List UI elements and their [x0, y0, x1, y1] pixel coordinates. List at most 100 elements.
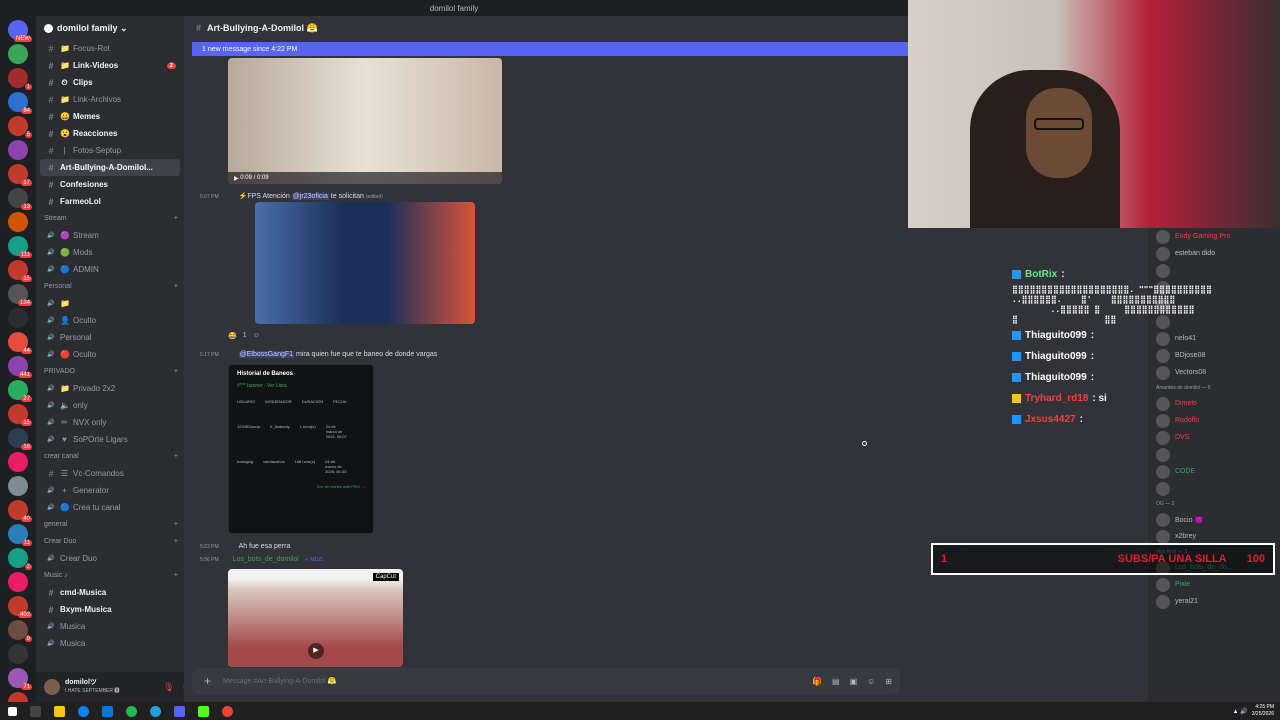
server-icon[interactable] [8, 644, 28, 664]
server-icon[interactable]: 44 [8, 332, 32, 354]
network-icon[interactable]: ▲ 🔊 [1233, 708, 1248, 715]
channel-item[interactable]: 🔊 🟢 Mods [36, 244, 184, 261]
channel-item[interactable]: 🔊 🟣 Stream [36, 227, 184, 244]
channel-item[interactable]: 🔊 ♥ SoPOrte Ligars [36, 431, 184, 448]
channel-item[interactable]: 🔊 ✏ NVX only [36, 414, 184, 431]
server-icon[interactable]: 11 [8, 524, 32, 546]
avatar[interactable] [44, 679, 60, 695]
spotify-icon[interactable] [126, 705, 137, 717]
server-icon[interactable]: 9 [8, 620, 32, 642]
image-attachment[interactable] [255, 202, 475, 324]
member-item[interactable]: Pixie [1148, 576, 1280, 593]
server-icon[interactable] [8, 476, 28, 496]
server-icon[interactable] [8, 452, 28, 472]
plus-icon[interactable]: + [174, 453, 178, 460]
channel-item[interactable]: 🔊 🔵 Crea tu canal [36, 499, 184, 516]
channel-category[interactable]: Music ♪ + [36, 567, 184, 584]
gif-icon[interactable]: ▤ [832, 677, 840, 686]
server-icon[interactable]: 15 [8, 260, 32, 282]
reaction[interactable]: 😂 1 ☺ [228, 332, 260, 340]
channel-item[interactable]: 🔊 + Generator [36, 482, 184, 499]
chrome-icon[interactable] [222, 705, 233, 717]
server-icon[interactable]: 40 [8, 500, 32, 522]
channel-item[interactable]: # ☰ Vc-Comandos [36, 465, 184, 482]
channel-item[interactable]: # 📁 Link-Archivos [36, 91, 184, 108]
member-item[interactable] [1148, 446, 1280, 463]
channel-item[interactable]: # 📁 Focus-Rot [36, 40, 184, 57]
avatar[interactable] [1156, 447, 1170, 462]
video-controls[interactable]: ▶ 0:09 / 0:09 [228, 172, 502, 184]
server-icon[interactable]: 1 [8, 692, 28, 702]
server-icon[interactable]: 5 [8, 116, 32, 138]
server-icon[interactable] [8, 212, 28, 232]
server-icon[interactable]: 15 [8, 404, 32, 426]
channel-category[interactable]: Personal + [36, 278, 184, 295]
channel-item[interactable]: # 📁 Link-Videos 2 [36, 57, 184, 74]
avatar[interactable] [1156, 430, 1170, 445]
server-icon[interactable]: 111 [8, 236, 32, 258]
server-icon[interactable]: 13 [8, 188, 32, 210]
discord-taskbar-icon[interactable] [174, 705, 185, 717]
channel-item[interactable]: 🔊 Musica [36, 618, 184, 635]
channel-category[interactable]: crear canal + [36, 448, 184, 465]
member-item[interactable]: yerai21 [1148, 593, 1280, 610]
channel-item[interactable]: 🔊 📁 Privado 2x2 [36, 380, 184, 397]
server-icon[interactable] [8, 572, 28, 592]
play-icon[interactable]: ▶ [308, 643, 324, 659]
server-icon[interactable]: NEW [8, 20, 32, 42]
server-icon[interactable]: 2 [8, 548, 32, 570]
server-icon[interactable]: 71 [8, 668, 32, 690]
member-item[interactable]: CODE [1148, 463, 1280, 480]
telegram-icon[interactable] [150, 705, 161, 717]
server-icon[interactable] [8, 308, 28, 328]
channel-item[interactable]: # Confesiones [36, 176, 184, 193]
user-info[interactable]: domilolツ I HATE SEPTEMBER 🅱 [65, 678, 119, 696]
kick-icon[interactable] [198, 705, 209, 717]
avatar[interactable] [1156, 464, 1170, 479]
embed-link[interactable]: See all entries with PRO → [229, 484, 373, 489]
channel-item[interactable]: # Art-Bullying-A-Domilol... [40, 159, 180, 176]
server-icon[interactable]: 124 [8, 284, 32, 306]
member-item[interactable] [1148, 480, 1280, 497]
file-explorer-icon[interactable] [54, 705, 65, 717]
video-attachment[interactable]: CapCut ▶ [228, 569, 403, 667]
plus-icon[interactable]: + [174, 283, 178, 290]
clock[interactable]: 4:25 PM 3/25/2026 [1252, 704, 1274, 718]
mic-muted-icon[interactable]: 🎙 [163, 682, 174, 693]
channel-item[interactable]: # 😀 Memes [36, 108, 184, 125]
plus-icon[interactable]: + [174, 572, 178, 579]
add-reaction-icon[interactable]: ☺ [253, 332, 260, 340]
avatar[interactable] [1156, 229, 1170, 244]
avatar[interactable] [1156, 481, 1170, 496]
guild-header[interactable]: domilol family ⌄ [36, 16, 184, 40]
apps-icon[interactable]: ⊞ [885, 677, 892, 686]
channel-item[interactable]: 🔊 🔈 only [36, 397, 184, 414]
avatar[interactable] [1156, 246, 1170, 261]
channel-item[interactable]: 🔊 Crear Duo [36, 550, 184, 567]
channel-item[interactable]: 🔊 🔴 Oculto [36, 346, 184, 363]
windows-start-icon[interactable] [8, 706, 17, 716]
message-input[interactable]: + Message #Art-Bullying-A-Domilol 😤 🎁 ▤ ▣ ☺… [192, 668, 900, 694]
channel-item[interactable]: # Bxym-Musica [36, 601, 184, 618]
mention[interactable]: @ElbossGangF1 [238, 351, 295, 358]
channel-category[interactable]: PRIVADO + [36, 363, 184, 380]
server-icon[interactable]: 441 [8, 356, 32, 378]
avatar[interactable] [1156, 512, 1170, 527]
plus-icon[interactable]: + [174, 215, 178, 222]
server-icon[interactable]: 17 [8, 164, 32, 186]
avatar[interactable] [1156, 594, 1170, 609]
channel-item[interactable]: # 😮 Reacciones [36, 125, 184, 142]
server-icon[interactable]: 84 [8, 92, 32, 114]
channel-item[interactable]: 🔊 🔵 ADMIN [36, 261, 184, 278]
mention[interactable]: @jr23oficia [291, 193, 329, 200]
author[interactable]: Los_bots_de_domilol [233, 556, 299, 563]
avatar[interactable] [1156, 529, 1170, 544]
sticker-icon[interactable]: ▣ [850, 677, 858, 686]
taskview-icon[interactable] [30, 705, 41, 717]
channel-item[interactable]: # cmd-Musica [36, 584, 184, 601]
server-icon[interactable] [8, 140, 28, 160]
server-icon[interactable]: 27 [8, 380, 32, 402]
server-icon[interactable]: 1 [8, 68, 32, 90]
plus-icon[interactable]: + [174, 368, 178, 375]
gift-icon[interactable]: 🎁 [812, 677, 822, 686]
